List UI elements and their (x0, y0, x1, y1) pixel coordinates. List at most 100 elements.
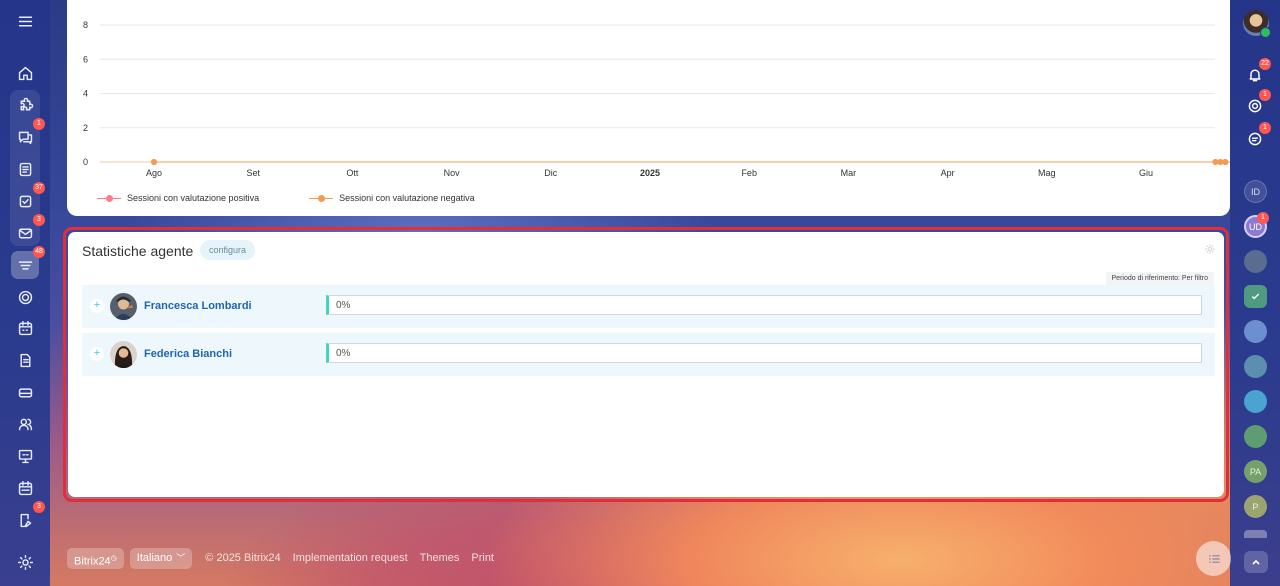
crm-filter-icon[interactable]: 48 (11, 246, 45, 279)
left-sidebar: 1 37 3 48 3 (0, 0, 50, 586)
agent-rating-percent: 0% (336, 300, 351, 311)
expand-button[interactable]: + (90, 299, 104, 313)
data-point[interactable] (1222, 159, 1229, 165)
expand-button[interactable]: + (90, 347, 104, 361)
copilot-icon[interactable]: 1 (1243, 89, 1271, 118)
mail-badge: 3 (33, 214, 45, 226)
x-tick-label: Ago (146, 168, 162, 178)
agent-row: + Francesca Lombardi 0% (82, 285, 1215, 328)
copilot-badge: 1 (1259, 89, 1271, 101)
chevron-up-icon (1252, 559, 1260, 565)
mail-icon[interactable]: 3 (11, 214, 45, 247)
x-tick-label: Mar (841, 168, 857, 178)
avatar-ud[interactable]: UD 1 (1244, 212, 1269, 238)
y-tick-label: 6 (83, 54, 88, 64)
x-tick-label: Apr (941, 168, 955, 178)
gear-icon[interactable] (1204, 243, 1216, 255)
open-channel-icon[interactable] (1244, 390, 1267, 413)
x-tick-label: Set (246, 168, 260, 178)
x-tick-label: Giu (1139, 168, 1153, 178)
bitrix24-brand-button[interactable]: Bitrix24◷ (67, 547, 124, 569)
puzzle-icon[interactable] (11, 91, 39, 119)
agent-name-link[interactable]: Francesca Lombardi (144, 300, 252, 312)
play-status-icon (1260, 27, 1271, 38)
y-tick-label: 0 (83, 157, 88, 167)
legend-item-negative[interactable]: Sessioni con valutazione negativa (309, 193, 475, 203)
bell-icon[interactable]: 22 (1243, 58, 1271, 87)
x-tick-label: Dic (544, 168, 557, 178)
copyright-text: © 2025 Bitrix24 (205, 552, 281, 564)
x-tick-label: 2025 (640, 168, 660, 178)
legend-label-positive: Sessioni con valutazione positiva (127, 193, 260, 203)
tasks-icon[interactable]: 37 (11, 182, 45, 215)
x-tick-label: Feb (741, 168, 757, 178)
scroll-up-button[interactable] (1244, 551, 1268, 573)
group-chat-2-icon[interactable] (1244, 355, 1267, 378)
agent-statistics-title: Statistiche agente (82, 243, 194, 259)
notifications-badge: 22 (1259, 58, 1271, 70)
themes-link[interactable]: Themes (420, 552, 460, 564)
drive-icon[interactable] (11, 378, 39, 406)
approvals-icon[interactable]: 3 (11, 501, 45, 534)
agent-rating-percent: 0% (336, 348, 351, 359)
settings-icon[interactable] (11, 548, 39, 576)
avatar-robot-icon[interactable] (1244, 250, 1267, 273)
support-badge: 1 (1259, 122, 1271, 134)
booking-icon[interactable] (11, 474, 39, 502)
chart-legend: Sessioni con valutazione positiva Sessio… (97, 193, 475, 203)
clock-icon: ◷ (110, 554, 117, 562)
document-icon[interactable] (11, 346, 39, 374)
ratings-chart-card: 8 6 4 2 0 Ago Set Ott Nov Dic 2025 Feb Mar Apr Mag Giu … (67, 0, 1230, 216)
target-icon[interactable] (11, 283, 39, 311)
agent-statistics-card: Statistiche agente configura Periodo di … (68, 232, 1224, 497)
agent-name-link[interactable]: Federica Bianchi (144, 348, 232, 360)
avatar-pa[interactable]: PA (1244, 460, 1267, 483)
list-icon (1208, 554, 1220, 563)
x-tick-label: Nov (444, 168, 461, 178)
legend-marker-negative (309, 194, 334, 202)
avatar-p[interactable]: P (1244, 495, 1267, 518)
agent-rating-bar: 0% (326, 295, 1202, 315)
footer: Bitrix24◷ Italiano ﹀ © 2025 Bitrix24 Impl… (67, 547, 494, 569)
group-chat-3-icon[interactable] (1244, 425, 1267, 448)
chat-icon[interactable]: 1 (11, 118, 45, 151)
chat-badge: 1 (33, 118, 45, 130)
avatar-id[interactable]: ID (1244, 180, 1267, 203)
checklist-icon[interactable] (1244, 285, 1267, 308)
print-link[interactable]: Print (471, 552, 494, 564)
agent-avatar (110, 293, 137, 320)
presentation-icon[interactable] (11, 442, 39, 470)
y-tick-label: 2 (83, 123, 88, 133)
ud-badge: 1 (1257, 212, 1269, 224)
x-tick-label: Mag (1038, 168, 1056, 178)
legend-label-negative: Sessioni con valutazione negativa (339, 193, 475, 203)
y-tick-label: 8 (83, 20, 88, 30)
crm-badge: 48 (33, 246, 45, 258)
ratings-line-chart: 8 6 4 2 0 Ago Set Ott Nov Dic 2025 Feb Mar Apr Mag Giu (83, 20, 1230, 178)
configure-button[interactable]: configura (200, 240, 256, 260)
agent-row: + Federica Bianchi 0% (82, 333, 1215, 376)
approvals-badge: 3 (33, 501, 45, 513)
implementation-request-link[interactable]: Implementation request (293, 552, 408, 564)
group-chat-icon[interactable] (1244, 320, 1267, 343)
y-tick-label: 4 (83, 89, 88, 99)
data-point[interactable] (151, 159, 157, 165)
calendar-icon[interactable] (11, 314, 39, 342)
more-avatar[interactable] (1244, 530, 1267, 538)
legend-marker-positive (97, 194, 121, 202)
agent-rating-bar: 0% (326, 343, 1202, 363)
x-tick-label: Ott (346, 168, 359, 178)
user-avatar[interactable] (1243, 10, 1271, 38)
chevron-down-icon: ﹀ (176, 552, 186, 563)
agent-avatar (110, 341, 137, 368)
feed-icon[interactable] (11, 155, 39, 183)
home-icon[interactable] (11, 59, 39, 87)
legend-item-positive[interactable]: Sessioni con valutazione positiva (97, 193, 259, 203)
right-sidebar: 22 1 1 ID UD 1 PA P (1230, 0, 1280, 586)
list-menu-button[interactable] (1196, 541, 1231, 576)
support-chat-icon[interactable]: 1 (1243, 122, 1271, 151)
employees-icon[interactable] (11, 410, 39, 438)
language-selector[interactable]: Italiano ﹀ (129, 547, 193, 569)
tasks-badge: 37 (33, 182, 45, 194)
menu-icon[interactable] (11, 7, 39, 35)
